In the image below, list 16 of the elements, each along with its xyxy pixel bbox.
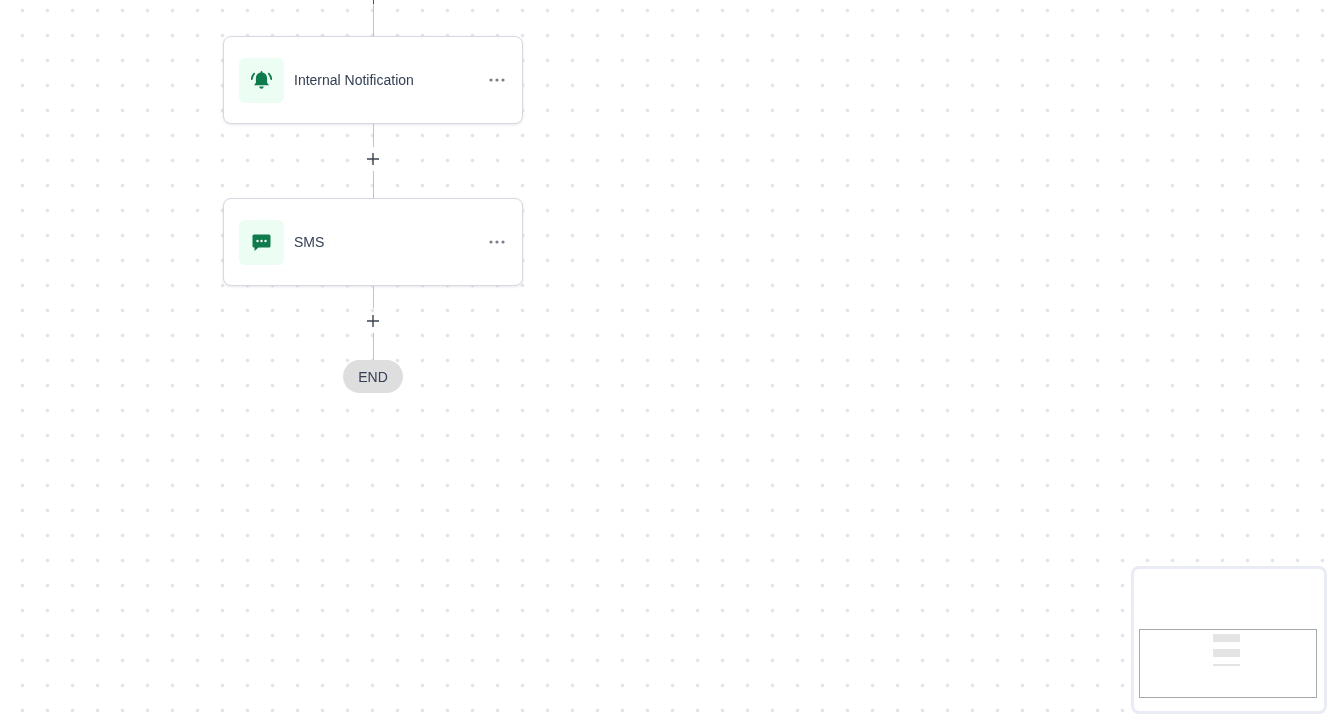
- plus-icon[interactable]: [367, 315, 379, 327]
- step-label: Internal Notification: [294, 72, 415, 88]
- connector-line: [372, 286, 374, 308]
- flow-step-card[interactable]: SMS: [223, 198, 523, 286]
- bell-icon: [239, 57, 284, 103]
- plus-icon[interactable]: [367, 153, 379, 165]
- connector-line: [372, 171, 374, 198]
- step-label: SMS: [294, 234, 326, 250]
- more-icon[interactable]: [489, 78, 505, 82]
- connector-line: [372, 124, 374, 147]
- connector-line: [372, 333, 374, 360]
- chat-bubble-icon: [239, 219, 284, 265]
- end-node: END: [343, 360, 403, 393]
- connector-line: [372, 0, 374, 36]
- more-icon[interactable]: [489, 240, 505, 244]
- flow-step-card[interactable]: Internal Notification: [223, 36, 523, 124]
